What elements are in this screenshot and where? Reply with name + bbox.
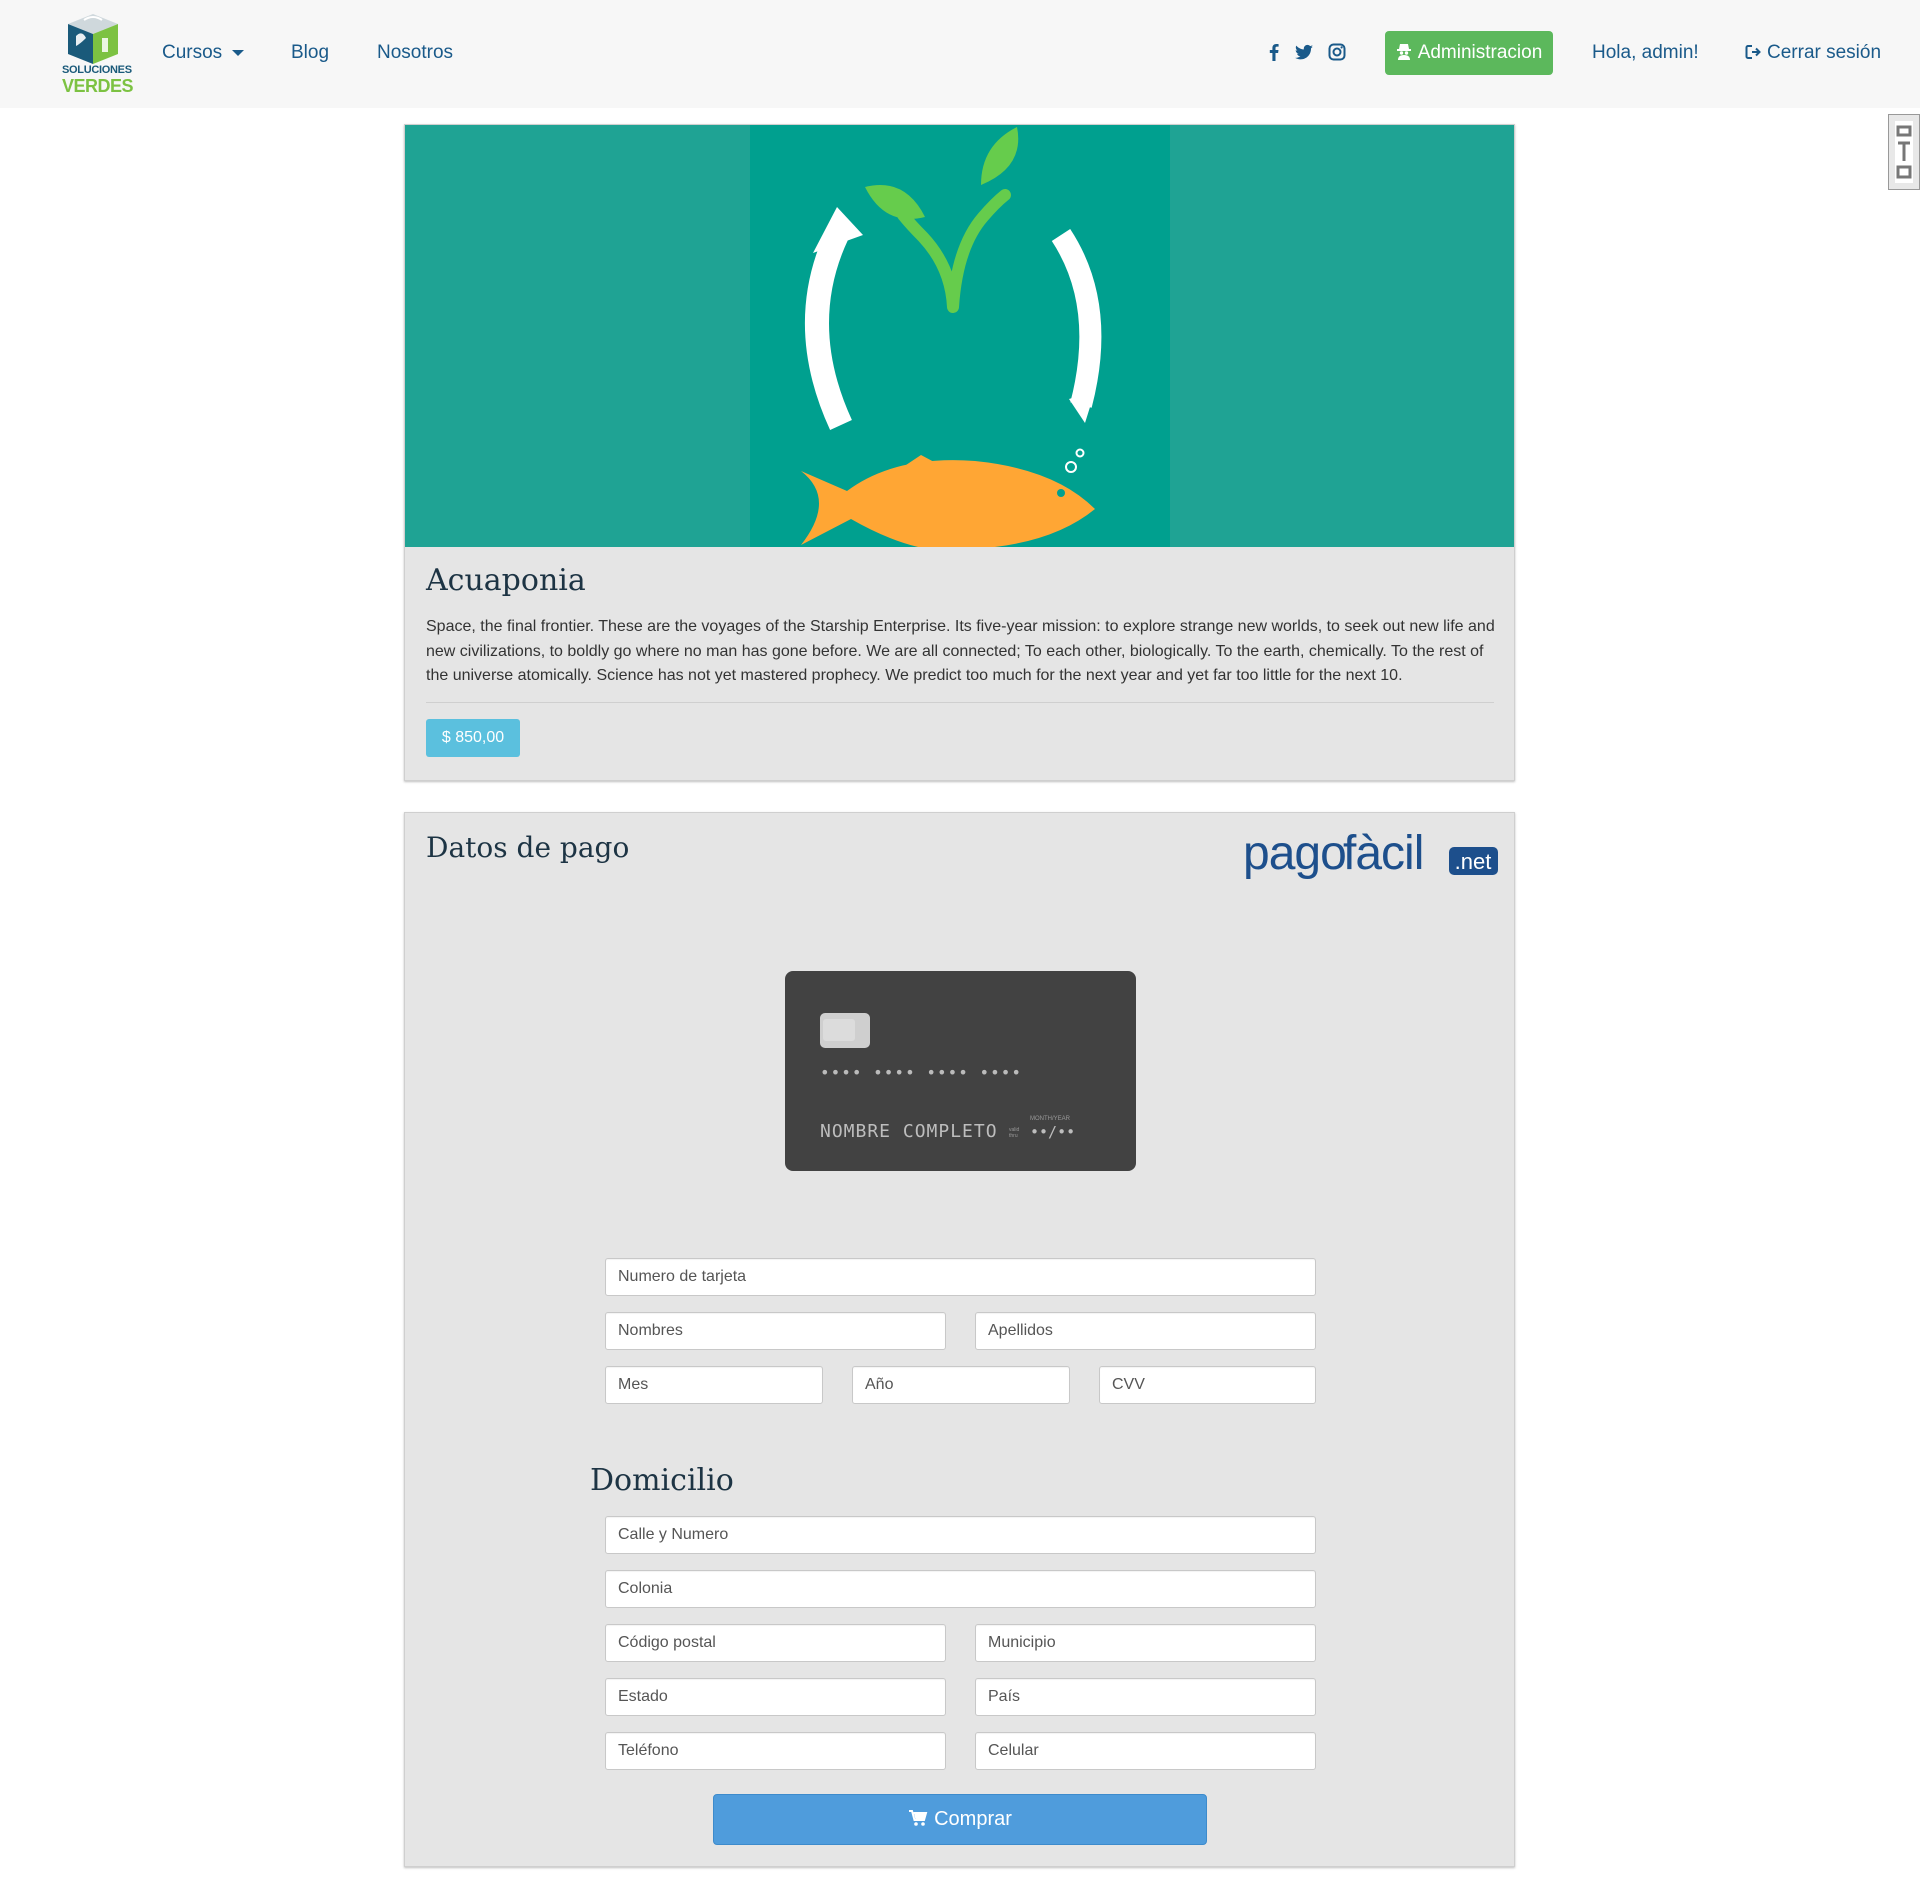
street-input[interactable] xyxy=(605,1516,1316,1554)
nav-blog-link[interactable]: Blog xyxy=(291,42,329,64)
address-section-title: Domicilio xyxy=(590,1463,734,1498)
card-chip-icon xyxy=(820,1013,870,1048)
pagofacil-logo-suffix: .net xyxy=(1455,849,1492,874)
course-hero-image xyxy=(405,125,1514,547)
greeting-link[interactable]: Hola, admin! xyxy=(1592,42,1699,64)
cvv-input[interactable] xyxy=(1099,1366,1316,1404)
admin-button[interactable]: Administracion xyxy=(1385,31,1553,75)
card-preview-number: •••• •••• •••• •••• xyxy=(820,1063,1023,1082)
sign-out-icon xyxy=(1745,45,1761,59)
nav-cursos-label: Cursos xyxy=(162,42,223,63)
card-number-input[interactable] xyxy=(605,1258,1316,1296)
municipality-input[interactable] xyxy=(975,1624,1316,1662)
chevron-down-icon xyxy=(232,49,245,56)
logo[interactable]: SOLUCIONES VERDES xyxy=(62,10,134,98)
card-preview-valid-thru: valid thru xyxy=(1009,1127,1020,1139)
first-name-input[interactable] xyxy=(605,1312,946,1350)
colonia-input[interactable] xyxy=(605,1570,1316,1608)
twitter-icon[interactable] xyxy=(1294,42,1314,62)
nav-cursos-dropdown[interactable]: Cursos xyxy=(162,42,245,64)
facebook-icon[interactable] xyxy=(1264,42,1284,62)
pagofacil-logo-part2: fàcil xyxy=(1343,827,1423,880)
user-secret-icon xyxy=(1396,44,1411,60)
pagofacil-logo: pago fàcil .net xyxy=(1243,827,1498,880)
course-card: Acuaponia Space, the final frontier. The… xyxy=(404,124,1515,781)
divider xyxy=(426,702,1494,703)
logout-label: Cerrar sesión xyxy=(1767,42,1882,63)
admin-button-label: Administracion xyxy=(1417,42,1543,63)
mobile-input[interactable] xyxy=(975,1732,1316,1770)
card-preview-name: NOMBRE COMPLETO xyxy=(820,1121,998,1142)
last-name-input[interactable] xyxy=(975,1312,1316,1350)
month-input[interactable] xyxy=(605,1366,823,1404)
card-preview-expiry: ••/•• xyxy=(1030,1123,1076,1141)
navbar: SOLUCIONES VERDES Cursos Blog Nosotros A… xyxy=(0,0,1920,108)
nav-nosotros-link[interactable]: Nosotros xyxy=(377,42,453,64)
price-badge: $ 850,00 xyxy=(426,719,520,757)
card-preview-month-year: MONTH/YEAR xyxy=(1030,1116,1071,1122)
postal-code-input[interactable] xyxy=(605,1624,946,1662)
side-extension-tab[interactable] xyxy=(1888,114,1920,190)
credit-card-preview: •••• •••• •••• •••• NOMBRE COMPLETO vali… xyxy=(785,971,1136,1171)
state-input[interactable] xyxy=(605,1678,946,1716)
extension-logo-icon xyxy=(1895,121,1913,183)
instagram-icon[interactable] xyxy=(1327,42,1347,62)
course-title: Acuaponia xyxy=(426,563,586,598)
country-input[interactable] xyxy=(975,1678,1316,1716)
course-description: Space, the final frontier. These are the… xyxy=(426,618,1495,684)
year-input[interactable] xyxy=(852,1366,1070,1404)
logo-text-verdes: VERDES xyxy=(62,76,134,96)
logout-link[interactable]: Cerrar sesión xyxy=(1745,42,1881,64)
shopping-cart-icon xyxy=(909,1810,928,1826)
payment-card: Datos de pago pago fàcil .net •••• •••• … xyxy=(404,812,1515,1867)
buy-button[interactable]: Comprar xyxy=(713,1794,1207,1845)
logo-cube-icon xyxy=(68,14,118,64)
logo-text-soluciones: SOLUCIONES xyxy=(62,64,132,76)
phone-input[interactable] xyxy=(605,1732,946,1770)
payment-section-title: Datos de pago xyxy=(426,831,630,864)
pagofacil-logo-part1: pago xyxy=(1243,827,1346,880)
aquaponics-illustration xyxy=(405,125,1514,547)
buy-button-label: Comprar xyxy=(934,1808,1012,1830)
